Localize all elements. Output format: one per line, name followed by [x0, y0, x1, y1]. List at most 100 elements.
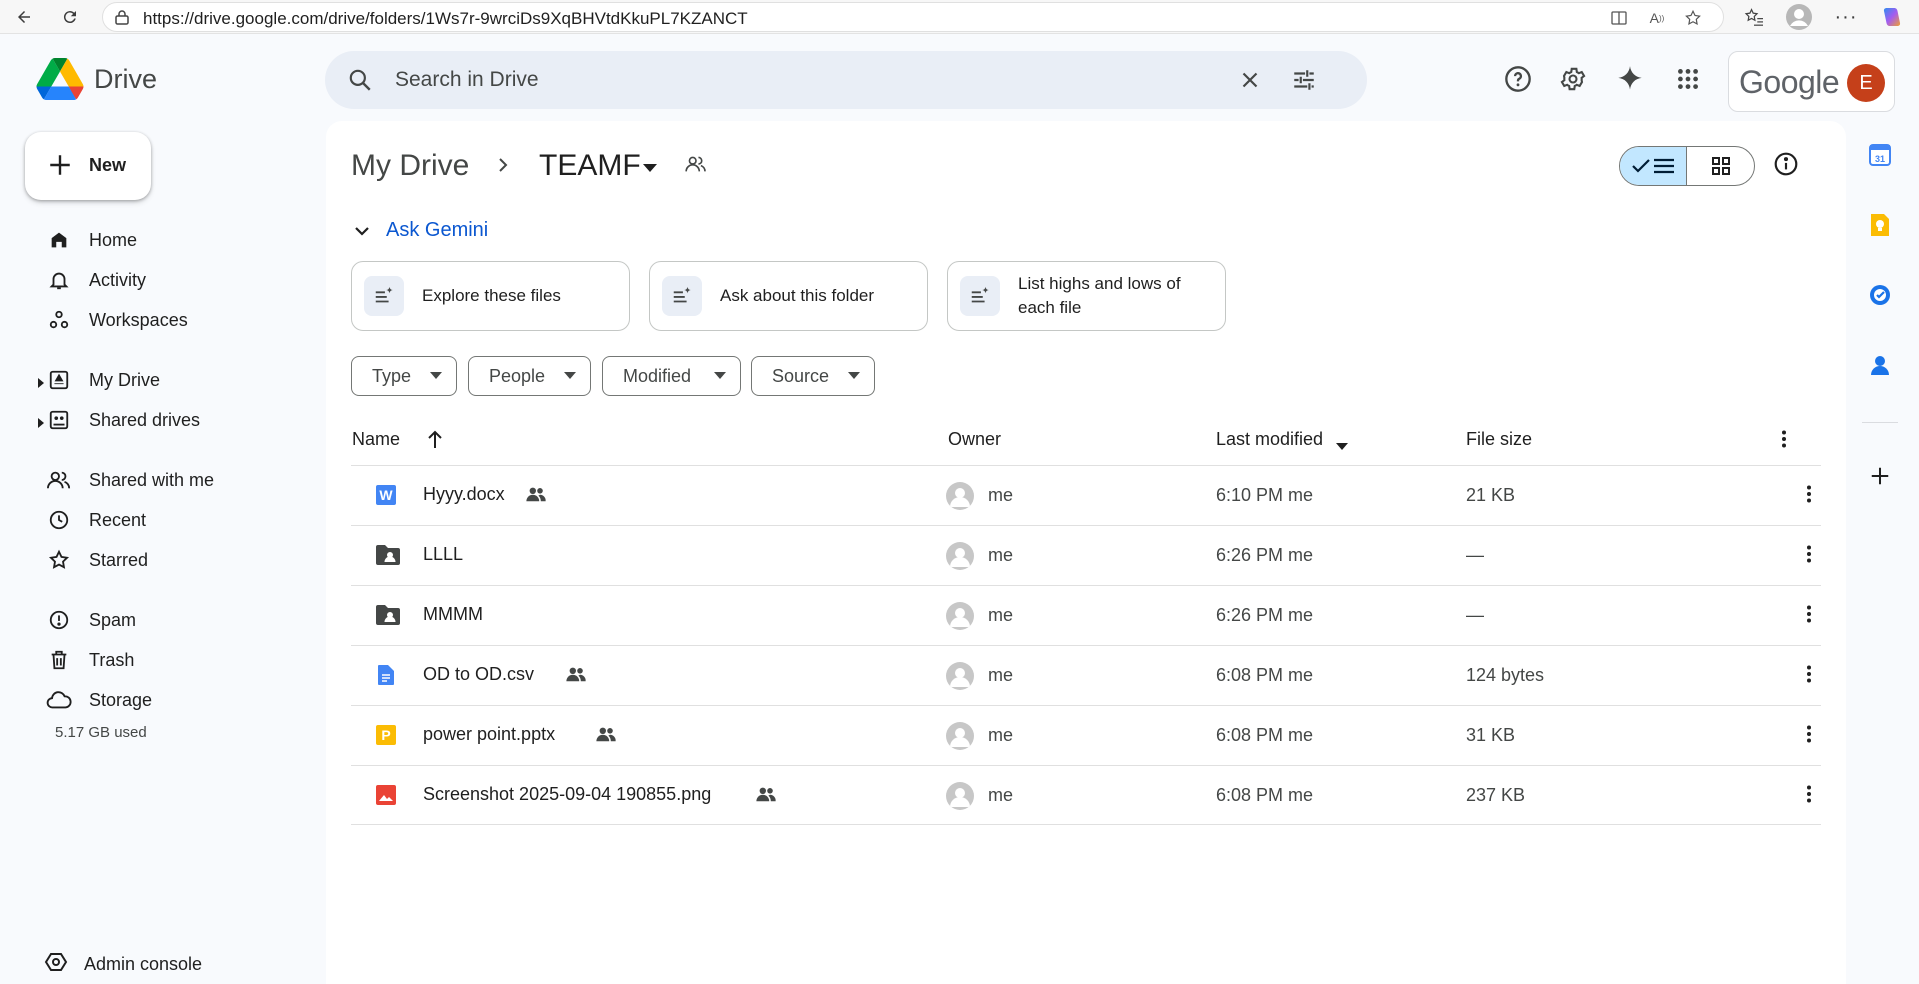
chevron-down-icon[interactable]: [643, 159, 657, 177]
more-vert-icon[interactable]: [1799, 664, 1819, 689]
table-row[interactable]: W Hyyy.docx me 6:10 PM me 21 KB: [351, 465, 1821, 525]
sidebar-item-label: Spam: [89, 609, 137, 630]
settings-gear-icon[interactable]: [1557, 63, 1589, 95]
more-vert-icon[interactable]: [1774, 429, 1794, 454]
breadcrumb-root[interactable]: My Drive: [351, 149, 469, 183]
calendar-icon[interactable]: 31: [1866, 141, 1894, 169]
people-icon: [45, 469, 73, 491]
admin-console-label: Admin console: [84, 954, 203, 974]
drive-logo[interactable]: [36, 58, 84, 105]
keep-icon[interactable]: [1866, 211, 1894, 239]
sidebar-item-storage[interactable]: Storage: [40, 682, 320, 718]
column-header-owner[interactable]: Owner: [948, 429, 1001, 450]
column-header-file-size[interactable]: File size: [1466, 429, 1532, 450]
workspaces-icon: [45, 309, 73, 331]
read-aloud-icon[interactable]: A)): [1645, 7, 1669, 29]
grid-view-button[interactable]: [1687, 147, 1754, 185]
filter-label: People: [489, 365, 546, 386]
sidebar-item-shared-drives[interactable]: Shared drives: [38, 402, 320, 438]
sidebar-item-workspaces[interactable]: Workspaces: [40, 302, 320, 338]
account-switcher[interactable]: Google E: [1728, 51, 1895, 112]
column-header-name[interactable]: Name: [352, 429, 400, 450]
sidebar-item-label: Starred: [89, 549, 149, 570]
avatar[interactable]: E: [1847, 64, 1885, 102]
back-icon[interactable]: [10, 4, 38, 30]
gemini-suggestion-highs-lows[interactable]: List highs and lows of each file: [947, 261, 1226, 331]
close-icon[interactable]: [1237, 67, 1263, 98]
more-vert-icon[interactable]: [1799, 784, 1819, 809]
sidebar-item-starred[interactable]: Starred: [40, 542, 320, 578]
tasks-icon[interactable]: [1866, 281, 1894, 309]
new-button[interactable]: New: [25, 132, 151, 200]
gemini-suggestion-explore[interactable]: Explore these files: [351, 261, 630, 331]
profile-icon[interactable]: [1785, 4, 1813, 30]
info-icon[interactable]: [1773, 151, 1799, 182]
image-file-icon: [375, 784, 397, 811]
more-vert-icon[interactable]: [1799, 604, 1819, 629]
favorites-icon[interactable]: [1740, 4, 1768, 30]
sidebar-item-label: Shared with me: [89, 469, 215, 490]
owner-avatar: [946, 482, 974, 510]
list-icon: [1654, 158, 1674, 174]
expand-caret-icon[interactable]: [38, 415, 44, 433]
search-bar[interactable]: [325, 51, 1367, 109]
sidebar-item-spam[interactable]: Spam: [40, 602, 320, 638]
more-icon[interactable]: ···: [1832, 4, 1860, 30]
share-people-icon[interactable]: [685, 155, 707, 178]
gemini-suggestion-ask-folder[interactable]: Ask about this folder: [649, 261, 928, 331]
chevron-down-icon: [714, 372, 726, 379]
contacts-icon[interactable]: [1866, 351, 1894, 379]
suggestion-label: List highs and lows of each file: [1018, 274, 1181, 317]
table-row[interactable]: P power point.pptx me 6:08 PM me 31 KB: [351, 705, 1821, 765]
sidebar-item-my-drive[interactable]: My Drive: [38, 362, 320, 398]
filter-people[interactable]: People: [468, 356, 591, 396]
url-text: https://drive.google.com/drive/folders/1…: [143, 9, 748, 28]
favorite-star-icon[interactable]: [1681, 7, 1705, 29]
table-row[interactable]: OD to OD.csv me 6:08 PM me 124 bytes: [351, 645, 1821, 705]
svg-text:P: P: [381, 727, 390, 743]
table-row[interactable]: Screenshot 2025-09-04 190855.png me 6:08…: [351, 765, 1821, 825]
more-vert-icon[interactable]: [1799, 724, 1819, 749]
split-screen-icon[interactable]: [1607, 7, 1631, 29]
table-row[interactable]: MMMM me 6:26 PM me —: [351, 585, 1821, 645]
more-vert-icon[interactable]: [1799, 484, 1819, 509]
search-icon[interactable]: [347, 67, 373, 98]
breadcrumb-current-folder[interactable]: TEAMF: [539, 149, 641, 183]
filter-source[interactable]: Source: [751, 356, 875, 396]
filter-modified[interactable]: Modified: [602, 356, 741, 396]
sort-ascending-icon[interactable]: [426, 429, 444, 454]
sort-descending-caret-icon[interactable]: [1336, 437, 1348, 455]
last-modified: 6:08 PM me: [1216, 785, 1314, 805]
sidebar-item-trash[interactable]: Trash: [40, 642, 320, 678]
apps-grid-icon[interactable]: [1672, 63, 1704, 95]
reload-icon[interactable]: [56, 4, 84, 30]
sidebar-item-home[interactable]: Home: [40, 222, 320, 258]
app-name[interactable]: Drive: [94, 64, 157, 95]
lock-icon[interactable]: [115, 9, 129, 30]
column-header-last-modified[interactable]: Last modified: [1216, 429, 1323, 450]
last-modified: 6:26 PM me: [1216, 605, 1314, 625]
search-options-icon[interactable]: [1291, 67, 1317, 98]
filter-type[interactable]: Type: [351, 356, 457, 396]
table-row[interactable]: LLLL me 6:26 PM me —: [351, 525, 1821, 585]
list-view-button[interactable]: [1620, 147, 1687, 185]
add-icon[interactable]: [1866, 462, 1894, 490]
help-icon[interactable]: [1502, 63, 1534, 95]
expand-caret-icon[interactable]: [38, 375, 44, 393]
sidebar-item-activity[interactable]: Activity: [40, 262, 320, 298]
sidebar-item-shared-with-me[interactable]: Shared with me: [40, 462, 320, 498]
owner-name: me: [988, 665, 1014, 685]
shared-folder-icon: [375, 604, 401, 631]
admin-console-link[interactable]: Admin console: [44, 950, 202, 979]
gemini-sparkle-icon[interactable]: [1614, 63, 1646, 95]
view-toggle[interactable]: [1619, 146, 1755, 186]
ask-gemini-toggle[interactable]: Ask Gemini: [354, 219, 488, 242]
more-vert-icon[interactable]: [1799, 544, 1819, 569]
file-name: LLLL: [423, 544, 464, 564]
shared-folder-icon: [375, 544, 401, 571]
sidebar-item-recent[interactable]: Recent: [40, 502, 320, 538]
address-bar[interactable]: https://drive.google.com/drive/folders/1…: [102, 2, 1724, 32]
search-input[interactable]: [395, 65, 1255, 95]
spam-icon: [45, 609, 73, 631]
copilot-icon[interactable]: [1878, 4, 1906, 30]
